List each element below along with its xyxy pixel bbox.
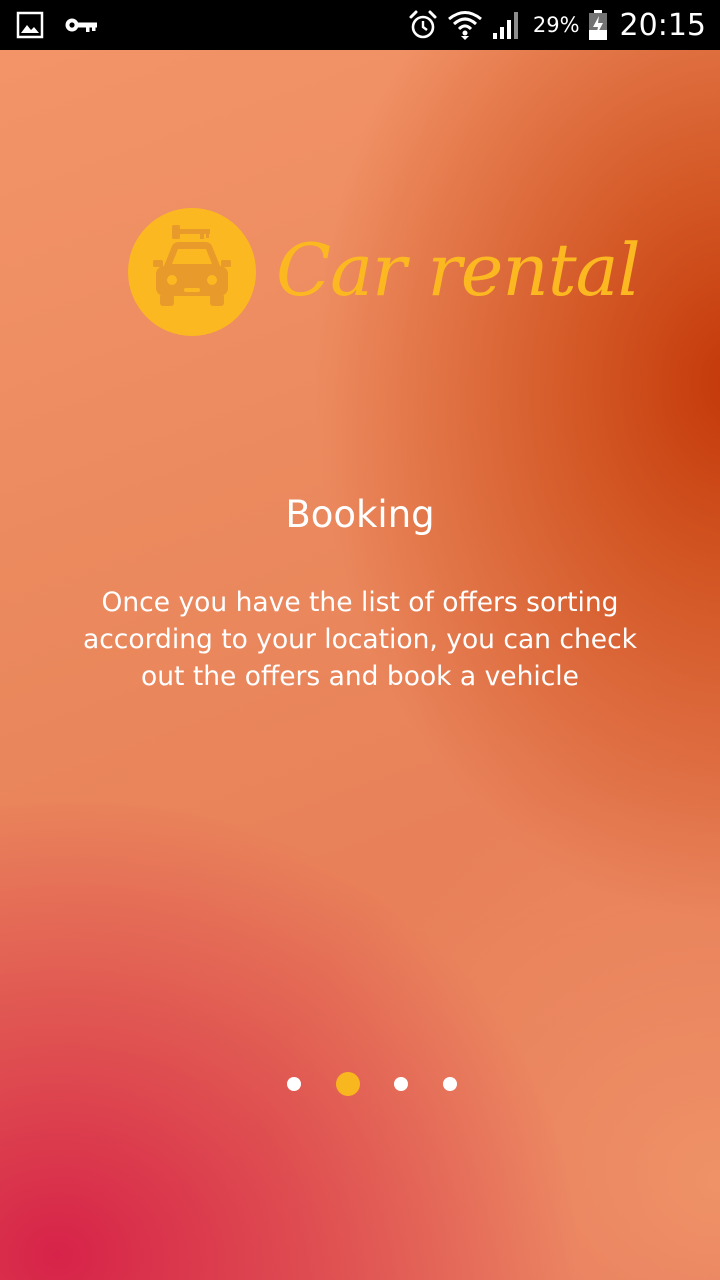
- page-description: Once you have the list of offers sorting…: [82, 587, 637, 692]
- status-bar-left: [16, 10, 100, 40]
- gallery-icon: [16, 11, 44, 39]
- wifi-icon: [447, 9, 483, 41]
- app-logo-text: Car rental: [276, 228, 641, 312]
- page-title: Booking: [285, 493, 435, 536]
- intro-page[interactable]: Car rental Booking Once you have the lis…: [0, 50, 720, 1280]
- alarm-icon: [407, 9, 439, 41]
- page-indicator-dot-2-active[interactable]: [336, 1072, 360, 1096]
- status-bar: 29% 20:15: [0, 0, 720, 50]
- vpn-key-icon: [64, 14, 100, 36]
- battery-percent: 29%: [532, 13, 580, 37]
- page-indicator-dot-3[interactable]: [394, 1077, 408, 1091]
- signal-icon: [491, 9, 523, 41]
- battery-charging-icon: [588, 9, 608, 41]
- app-logo: Car rental: [128, 208, 641, 338]
- page-indicator-dot-4[interactable]: [443, 1077, 457, 1091]
- page-indicator: [0, 1070, 720, 1100]
- clock: 20:15: [619, 7, 706, 43]
- page-indicator-dot-1[interactable]: [287, 1077, 301, 1091]
- car-key-badge-icon: [128, 208, 256, 336]
- status-bar-right: 29% 20:15: [407, 6, 706, 44]
